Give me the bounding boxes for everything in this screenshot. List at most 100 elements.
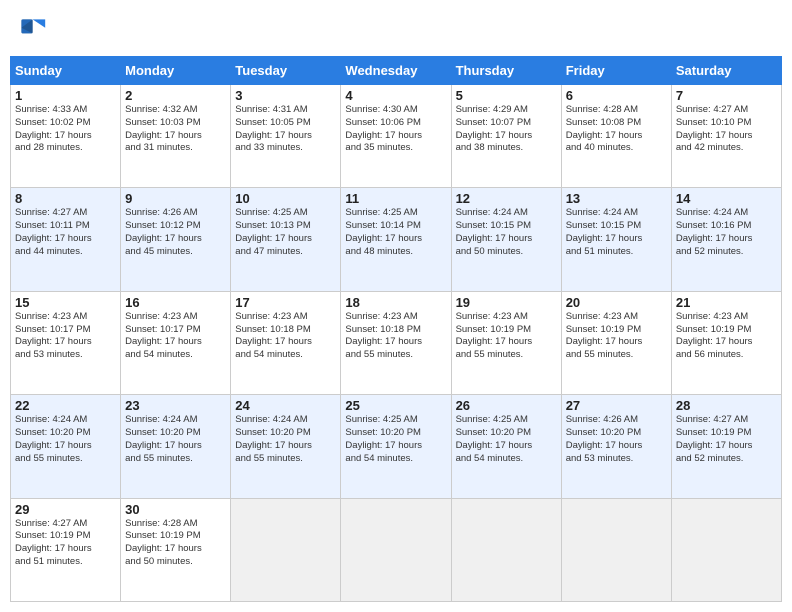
day-info: Sunrise: 4:24 AM Sunset: 10:16 PM Daylig…: [676, 207, 777, 258]
day-info: Sunrise: 4:23 AM Sunset: 10:19 PM Daylig…: [566, 311, 667, 362]
calendar-cell: 9Sunrise: 4:26 AM Sunset: 10:12 PM Dayli…: [121, 188, 231, 291]
day-number: 12: [456, 191, 557, 206]
day-info: Sunrise: 4:25 AM Sunset: 10:20 PM Daylig…: [456, 414, 557, 465]
calendar-cell: 13Sunrise: 4:24 AM Sunset: 10:15 PM Dayl…: [561, 188, 671, 291]
day-number: 6: [566, 88, 667, 103]
calendar-cell: 5Sunrise: 4:29 AM Sunset: 10:07 PM Dayli…: [451, 85, 561, 188]
calendar-cell: 26Sunrise: 4:25 AM Sunset: 10:20 PM Dayl…: [451, 395, 561, 498]
weekday-sunday: Sunday: [11, 57, 121, 85]
day-info: Sunrise: 4:24 AM Sunset: 10:20 PM Daylig…: [15, 414, 116, 465]
calendar-cell: 22Sunrise: 4:24 AM Sunset: 10:20 PM Dayl…: [11, 395, 121, 498]
calendar-cell: 27Sunrise: 4:26 AM Sunset: 10:20 PM Dayl…: [561, 395, 671, 498]
calendar-cell: 17Sunrise: 4:23 AM Sunset: 10:18 PM Dayl…: [231, 291, 341, 394]
day-number: 21: [676, 295, 777, 310]
calendar-cell: 11Sunrise: 4:25 AM Sunset: 10:14 PM Dayl…: [341, 188, 451, 291]
weekday-saturday: Saturday: [671, 57, 781, 85]
calendar-cell: 30Sunrise: 4:28 AM Sunset: 10:19 PM Dayl…: [121, 498, 231, 601]
weekday-header-row: SundayMondayTuesdayWednesdayThursdayFrid…: [11, 57, 782, 85]
day-number: 15: [15, 295, 116, 310]
calendar-cell: 7Sunrise: 4:27 AM Sunset: 10:10 PM Dayli…: [671, 85, 781, 188]
day-number: 17: [235, 295, 336, 310]
calendar-cell: 14Sunrise: 4:24 AM Sunset: 10:16 PM Dayl…: [671, 188, 781, 291]
calendar-cell: 29Sunrise: 4:27 AM Sunset: 10:19 PM Dayl…: [11, 498, 121, 601]
day-number: 30: [125, 502, 226, 517]
day-info: Sunrise: 4:29 AM Sunset: 10:07 PM Daylig…: [456, 104, 557, 155]
calendar-cell: [561, 498, 671, 601]
day-number: 14: [676, 191, 777, 206]
logo: [20, 18, 50, 46]
day-number: 11: [345, 191, 446, 206]
calendar-table: SundayMondayTuesdayWednesdayThursdayFrid…: [10, 56, 782, 602]
day-info: Sunrise: 4:24 AM Sunset: 10:15 PM Daylig…: [456, 207, 557, 258]
day-number: 10: [235, 191, 336, 206]
day-info: Sunrise: 4:27 AM Sunset: 10:11 PM Daylig…: [15, 207, 116, 258]
day-number: 26: [456, 398, 557, 413]
day-info: Sunrise: 4:23 AM Sunset: 10:18 PM Daylig…: [235, 311, 336, 362]
calendar-row: 22Sunrise: 4:24 AM Sunset: 10:20 PM Dayl…: [11, 395, 782, 498]
day-info: Sunrise: 4:26 AM Sunset: 10:20 PM Daylig…: [566, 414, 667, 465]
calendar-cell: 16Sunrise: 4:23 AM Sunset: 10:17 PM Dayl…: [121, 291, 231, 394]
day-number: 23: [125, 398, 226, 413]
day-number: 28: [676, 398, 777, 413]
day-info: Sunrise: 4:24 AM Sunset: 10:15 PM Daylig…: [566, 207, 667, 258]
calendar-cell: 15Sunrise: 4:23 AM Sunset: 10:17 PM Dayl…: [11, 291, 121, 394]
day-number: 24: [235, 398, 336, 413]
day-number: 4: [345, 88, 446, 103]
calendar-cell: [451, 498, 561, 601]
day-info: Sunrise: 4:24 AM Sunset: 10:20 PM Daylig…: [235, 414, 336, 465]
day-info: Sunrise: 4:31 AM Sunset: 10:05 PM Daylig…: [235, 104, 336, 155]
day-info: Sunrise: 4:33 AM Sunset: 10:02 PM Daylig…: [15, 104, 116, 155]
calendar-cell: 25Sunrise: 4:25 AM Sunset: 10:20 PM Dayl…: [341, 395, 451, 498]
calendar-cell: 24Sunrise: 4:24 AM Sunset: 10:20 PM Dayl…: [231, 395, 341, 498]
calendar-cell: [231, 498, 341, 601]
calendar-cell: 3Sunrise: 4:31 AM Sunset: 10:05 PM Dayli…: [231, 85, 341, 188]
day-info: Sunrise: 4:26 AM Sunset: 10:12 PM Daylig…: [125, 207, 226, 258]
day-number: 5: [456, 88, 557, 103]
day-info: Sunrise: 4:28 AM Sunset: 10:19 PM Daylig…: [125, 518, 226, 569]
day-number: 20: [566, 295, 667, 310]
day-number: 8: [15, 191, 116, 206]
day-info: Sunrise: 4:28 AM Sunset: 10:08 PM Daylig…: [566, 104, 667, 155]
weekday-thursday: Thursday: [451, 57, 561, 85]
calendar-header: SundayMondayTuesdayWednesdayThursdayFrid…: [11, 57, 782, 85]
day-info: Sunrise: 4:27 AM Sunset: 10:19 PM Daylig…: [676, 414, 777, 465]
day-number: 1: [15, 88, 116, 103]
calendar-row: 8Sunrise: 4:27 AM Sunset: 10:11 PM Dayli…: [11, 188, 782, 291]
weekday-wednesday: Wednesday: [341, 57, 451, 85]
calendar-cell: [341, 498, 451, 601]
calendar-row: 29Sunrise: 4:27 AM Sunset: 10:19 PM Dayl…: [11, 498, 782, 601]
calendar-cell: 10Sunrise: 4:25 AM Sunset: 10:13 PM Dayl…: [231, 188, 341, 291]
day-info: Sunrise: 4:30 AM Sunset: 10:06 PM Daylig…: [345, 104, 446, 155]
day-number: 16: [125, 295, 226, 310]
calendar-cell: 12Sunrise: 4:24 AM Sunset: 10:15 PM Dayl…: [451, 188, 561, 291]
calendar-cell: 1Sunrise: 4:33 AM Sunset: 10:02 PM Dayli…: [11, 85, 121, 188]
day-number: 9: [125, 191, 226, 206]
calendar-cell: 2Sunrise: 4:32 AM Sunset: 10:03 PM Dayli…: [121, 85, 231, 188]
logo-icon: [20, 18, 48, 46]
calendar-cell: 23Sunrise: 4:24 AM Sunset: 10:20 PM Dayl…: [121, 395, 231, 498]
calendar-cell: 19Sunrise: 4:23 AM Sunset: 10:19 PM Dayl…: [451, 291, 561, 394]
day-info: Sunrise: 4:32 AM Sunset: 10:03 PM Daylig…: [125, 104, 226, 155]
day-number: 2: [125, 88, 226, 103]
day-number: 7: [676, 88, 777, 103]
header: [10, 10, 782, 50]
day-info: Sunrise: 4:23 AM Sunset: 10:19 PM Daylig…: [456, 311, 557, 362]
weekday-monday: Monday: [121, 57, 231, 85]
weekday-tuesday: Tuesday: [231, 57, 341, 85]
day-info: Sunrise: 4:25 AM Sunset: 10:14 PM Daylig…: [345, 207, 446, 258]
calendar-cell: 21Sunrise: 4:23 AM Sunset: 10:19 PM Dayl…: [671, 291, 781, 394]
weekday-friday: Friday: [561, 57, 671, 85]
day-number: 13: [566, 191, 667, 206]
day-info: Sunrise: 4:25 AM Sunset: 10:13 PM Daylig…: [235, 207, 336, 258]
calendar-cell: 18Sunrise: 4:23 AM Sunset: 10:18 PM Dayl…: [341, 291, 451, 394]
day-info: Sunrise: 4:27 AM Sunset: 10:19 PM Daylig…: [15, 518, 116, 569]
calendar-body: 1Sunrise: 4:33 AM Sunset: 10:02 PM Dayli…: [11, 85, 782, 602]
day-info: Sunrise: 4:24 AM Sunset: 10:20 PM Daylig…: [125, 414, 226, 465]
day-info: Sunrise: 4:23 AM Sunset: 10:17 PM Daylig…: [15, 311, 116, 362]
calendar-cell: 28Sunrise: 4:27 AM Sunset: 10:19 PM Dayl…: [671, 395, 781, 498]
calendar-cell: [671, 498, 781, 601]
day-number: 3: [235, 88, 336, 103]
calendar-cell: 20Sunrise: 4:23 AM Sunset: 10:19 PM Dayl…: [561, 291, 671, 394]
day-number: 25: [345, 398, 446, 413]
calendar-cell: 4Sunrise: 4:30 AM Sunset: 10:06 PM Dayli…: [341, 85, 451, 188]
